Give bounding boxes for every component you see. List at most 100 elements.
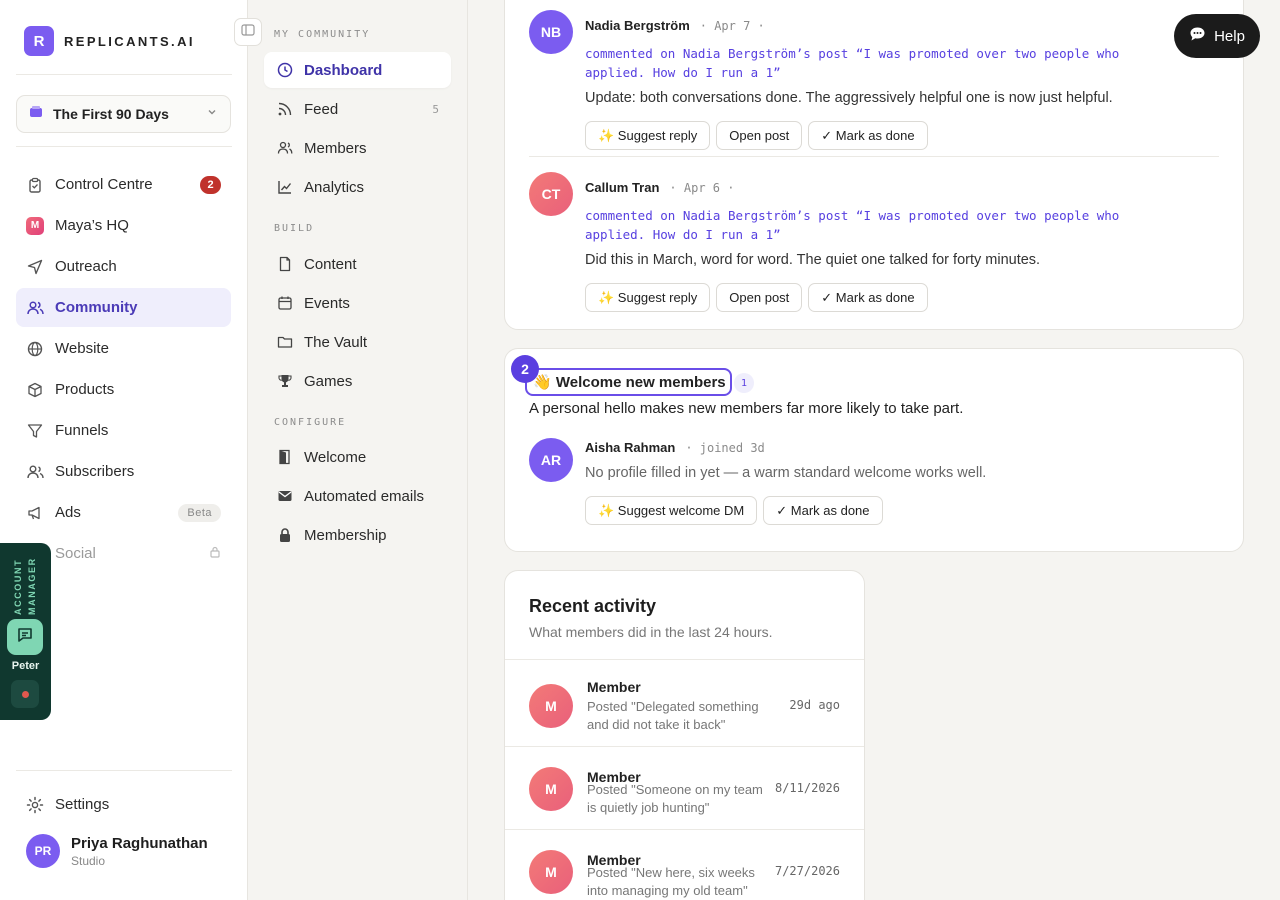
subnav-label: Content: [304, 255, 357, 273]
activity-item[interactable]: M Member Posted "Delegated something and…: [505, 659, 864, 743]
account-manager-chat-button[interactable]: [7, 619, 43, 655]
section-heading: BUILD: [274, 223, 315, 234]
users-icon: [26, 299, 44, 317]
nav-item-ads[interactable]: Ads Beta: [16, 493, 231, 532]
brand[interactable]: R REPLICANTS.AI: [24, 26, 195, 56]
avatar: NB: [529, 10, 573, 54]
nav-item-outreach[interactable]: Outreach: [16, 247, 231, 286]
lock-icon: [276, 527, 294, 543]
brand-name: REPLICANTS.AI: [64, 33, 195, 49]
members-icon: [276, 140, 294, 156]
subnav-item-content[interactable]: Content: [264, 246, 451, 282]
comment-item: NB Nadia Bergström · Apr 7 · commented o…: [529, 9, 1219, 150]
subnav-item-automated-emails[interactable]: Automated emails: [264, 478, 451, 514]
status-dot-icon: [21, 690, 29, 698]
open-post-button[interactable]: Open post: [716, 121, 803, 150]
comment-context[interactable]: commented on Nadia Bergström’s post “I w…: [585, 206, 1185, 244]
community-subnav: MY COMMUNITY Dashboard Feed 5 Members An…: [248, 0, 468, 900]
beta-badge: Beta: [178, 503, 221, 522]
account-manager-title: ACCOUNT MANAGER: [13, 557, 37, 615]
document-icon: [276, 256, 294, 272]
comment-author[interactable]: Callum Tran: [585, 180, 659, 195]
subnav-label: Membership: [304, 526, 387, 544]
subnav-label: Feed: [304, 100, 339, 118]
notification-badge: 2: [200, 175, 221, 194]
chart-icon: [276, 179, 294, 195]
suggest-reply-button[interactable]: ✨ Suggest reply: [585, 121, 711, 150]
avatar: PR: [26, 834, 60, 868]
globe-icon: [26, 340, 44, 358]
maya-icon: M: [26, 216, 44, 235]
collapse-sidebar-button[interactable]: [234, 18, 262, 46]
subnav-item-welcome[interactable]: Welcome: [264, 439, 451, 475]
nav-label: Control Centre: [55, 176, 153, 193]
member-name[interactable]: Aisha Rahman: [585, 440, 675, 455]
account-manager-status[interactable]: [11, 680, 39, 708]
subnav-label: Analytics: [304, 178, 365, 196]
activity-description: Posted "Delegated something and did not …: [587, 699, 759, 732]
subnav-label: The Vault: [304, 333, 368, 351]
subnav-item-membership[interactable]: Membership: [264, 517, 451, 553]
sidebar-toggle-icon: [241, 23, 255, 42]
subnav-label: Automated emails: [304, 487, 425, 505]
activity-time: 7/27/2026: [774, 864, 840, 878]
step-badge: 2: [511, 355, 539, 383]
box-icon: [26, 381, 44, 399]
activity-description: Posted "New here, six weeks into managin…: [587, 865, 755, 898]
main-content: NB Nadia Bergström · Apr 7 · commented o…: [468, 0, 1280, 900]
workspace-switcher[interactable]: The First 90 Days: [16, 95, 231, 133]
divider: [529, 156, 1219, 157]
comment-author[interactable]: Nadia Bergström: [585, 18, 690, 33]
user-name: Priya Raghunathan: [71, 834, 208, 852]
calendar-icon: [276, 295, 294, 311]
subnav-item-feed[interactable]: Feed 5: [264, 91, 451, 127]
count-badge: 1: [734, 373, 754, 393]
nav-item-subscribers[interactable]: Subscribers: [16, 452, 231, 491]
clipboard-icon: [26, 176, 44, 194]
recent-activity-card: Recent activity What members did in the …: [504, 570, 865, 900]
subnav-item-analytics[interactable]: Analytics: [264, 169, 451, 205]
subnav-item-events[interactable]: Events: [264, 285, 451, 321]
folder-icon: [276, 334, 294, 350]
activity-description: Posted "Someone on my team is quietly jo…: [587, 782, 763, 815]
nav-item-control-centre[interactable]: Control Centre 2: [16, 165, 231, 204]
nav-item-mayas-hq[interactable]: M Maya’s HQ: [16, 206, 231, 245]
comment-date: · Apr 6 ·: [669, 180, 735, 195]
subnav-label: Welcome: [304, 448, 367, 466]
nav-label: Products: [55, 381, 115, 398]
subnav-item-members[interactable]: Members: [264, 130, 451, 166]
workspace-label: The First 90 Days: [53, 106, 169, 122]
divider: [16, 770, 232, 771]
comment-context[interactable]: commented on Nadia Bergström’s post “I w…: [585, 44, 1185, 82]
nav-item-products[interactable]: Products: [16, 370, 231, 409]
nav-label: Maya’s HQ: [55, 217, 129, 234]
activity-item[interactable]: M Member Posted "Someone on my team is q…: [505, 746, 864, 829]
settings-link[interactable]: Settings: [16, 785, 231, 824]
suggest-welcome-dm-button[interactable]: ✨ Suggest welcome DM: [585, 496, 758, 525]
open-post-button[interactable]: Open post: [716, 283, 803, 312]
user-profile[interactable]: PR Priya Raghunathan Studio: [26, 834, 208, 868]
door-icon: [276, 449, 294, 465]
subnav-item-vault[interactable]: The Vault: [264, 324, 451, 360]
mark-as-done-button[interactable]: ✓ Mark as done: [808, 121, 928, 150]
mark-as-done-button[interactable]: ✓ Mark as done: [763, 496, 883, 525]
nav-label: Subscribers: [55, 463, 135, 480]
nav-label: Website: [55, 340, 109, 357]
divider: [16, 146, 232, 147]
subnav-item-games[interactable]: Games: [264, 363, 451, 399]
card-title[interactable]: 👋 Welcome new members: [525, 368, 732, 396]
avatar: M: [529, 684, 573, 728]
subnav-label: Dashboard: [304, 61, 383, 79]
nav-item-website[interactable]: Website: [16, 329, 231, 368]
suggest-reply-button[interactable]: ✨ Suggest reply: [585, 283, 711, 312]
mark-as-done-button[interactable]: ✓ Mark as done: [808, 283, 928, 312]
nav-item-funnels[interactable]: Funnels: [16, 411, 231, 450]
subnav-item-dashboard[interactable]: Dashboard: [264, 52, 451, 88]
nav-item-community[interactable]: Community: [16, 288, 231, 327]
rss-icon: [276, 101, 294, 117]
help-button[interactable]: Help: [1174, 14, 1260, 58]
account-manager-name: Peter: [11, 660, 40, 672]
divider: [16, 74, 232, 75]
activity-member: Member: [587, 679, 641, 695]
activity-item[interactable]: M Member Posted "New here, six weeks int…: [505, 829, 864, 900]
